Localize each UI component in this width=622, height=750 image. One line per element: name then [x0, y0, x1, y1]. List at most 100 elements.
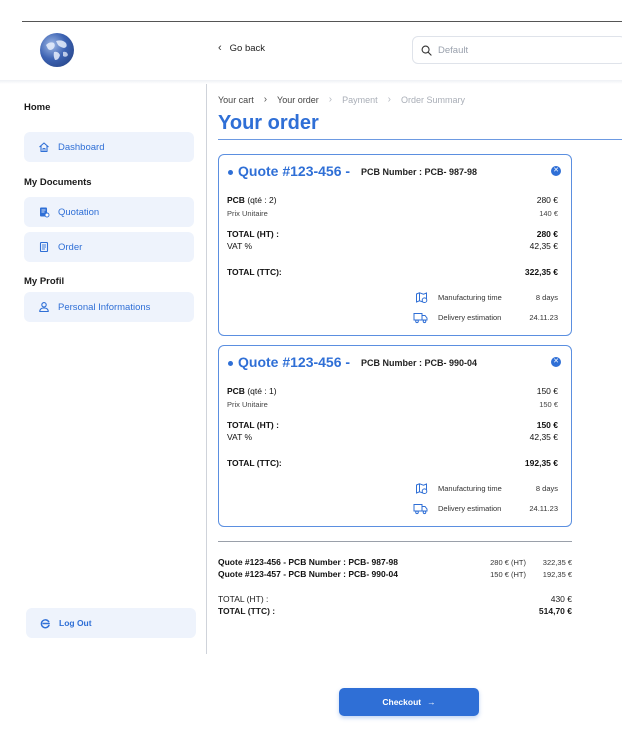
user-icon: [39, 302, 49, 313]
summary-line-ht: 150 € (HT): [490, 570, 526, 579]
summary-line-label: Quote #123-457 - PCB Number : PCB- 990-0…: [218, 569, 398, 579]
summary-total-ttc: TOTAL (TTC) : 514,70 €: [218, 606, 572, 616]
checkout-label: Checkout: [382, 697, 422, 707]
summary-total-ht-label: TOTAL (HT) :: [218, 594, 269, 604]
manufacturing-label: Manufacturing time: [438, 484, 502, 493]
unit-price-value: 150 €: [539, 400, 558, 409]
sidebar-item-dashboard[interactable]: Dashboard: [24, 132, 194, 162]
logout-button[interactable]: Log Out: [26, 608, 196, 638]
search-placeholder: Default: [438, 44, 469, 56]
quote-number: Quote #123-456 -: [238, 354, 351, 370]
sidebar-item-personal-informations[interactable]: Personal Informations: [24, 292, 194, 322]
vat-value: 42,35 €: [529, 432, 558, 442]
quote-card: Quote #123-456 - PCB Number : PCB- 987-9…: [218, 154, 572, 336]
delivery-row: Delivery estimation 24.11.23: [413, 311, 558, 324]
sidebar-section-documents: My Documents: [24, 177, 92, 188]
sidebar-divider: [206, 84, 207, 654]
total-ht-row: TOTAL (HT) : 280 €: [227, 229, 558, 239]
search-icon: [421, 45, 432, 56]
sidebar-item-label: Personal Informations: [58, 301, 151, 313]
summary-line-ht: 280 € (HT): [490, 558, 526, 567]
summary-total-ttc-value: 514,70 €: [538, 606, 572, 616]
search-input[interactable]: Default: [412, 36, 622, 64]
checkout-button[interactable]: Checkout →: [339, 688, 479, 716]
total-ttc-label: TOTAL (TTC):: [227, 458, 282, 468]
manufacturing-label: Manufacturing time: [438, 293, 502, 302]
unit-price-label: Prix Unitaire: [227, 400, 268, 409]
pcb-number: PCB Number : PCB- 987-98: [361, 167, 478, 177]
total-ttc-row: TOTAL (TTC): 192,35 €: [227, 458, 558, 468]
pcb-label: PCB: [227, 195, 245, 205]
summary-total-ht: TOTAL (HT) : 430 €: [218, 594, 572, 604]
logout-label: Log Out: [59, 618, 92, 628]
delivery-label: Delivery estimation: [438, 504, 502, 513]
close-icon[interactable]: ✕: [551, 357, 561, 367]
go-back-link[interactable]: ‹ Go back: [218, 42, 265, 54]
breadcrumb: Your cart › Your order › Payment › Order…: [218, 94, 465, 105]
unit-price-row: Prix Unitaire 150 €: [227, 400, 558, 409]
bullet-icon: [228, 170, 233, 175]
unit-price-value: 140 €: [539, 209, 558, 218]
pcb-price: 150 €: [536, 386, 558, 396]
quotation-icon: [40, 207, 50, 218]
close-icon[interactable]: ✕: [551, 166, 561, 176]
sidebar-item-order[interactable]: Order: [24, 232, 194, 262]
arrow-right-icon: →: [427, 697, 436, 707]
total-ttc-row: TOTAL (TTC): 322,35 €: [227, 267, 558, 277]
delivery-value: 24.11.23: [529, 504, 558, 513]
quote-card: Quote #123-456 - PCB Number : PCB- 990-0…: [218, 345, 572, 527]
pcb-number: PCB Number : PCB- 990-04: [361, 358, 478, 368]
summary-total-ttc-label: TOTAL (TTC) :: [218, 606, 276, 616]
breadcrumb-order[interactable]: Your order: [277, 95, 319, 105]
total-ht-value: 150 €: [536, 420, 558, 430]
summary-line-label: Quote #123-456 - PCB Number : PCB- 987-9…: [218, 557, 398, 567]
breadcrumb-payment: Payment: [342, 94, 378, 105]
logout-icon: [40, 618, 50, 628]
truck-icon: [413, 313, 428, 324]
vat-label: VAT %: [227, 432, 253, 442]
home-icon: [39, 142, 49, 153]
total-ttc-label: TOTAL (TTC):: [227, 267, 282, 277]
total-ht-value: 280 €: [536, 229, 558, 239]
unit-price-label: Prix Unitaire: [227, 209, 268, 218]
pcb-row: PCB (qté : 2) 280 €: [227, 195, 558, 205]
globe-logo: [40, 33, 74, 67]
chevron-left-icon: ‹: [218, 42, 222, 54]
total-ht-label: TOTAL (HT) :: [227, 229, 279, 239]
pcb-label: PCB: [227, 386, 245, 396]
delivery-label: Delivery estimation: [438, 313, 502, 322]
page-title: Your order: [218, 112, 319, 134]
delivery-row: Delivery estimation 24.11.23: [413, 502, 558, 515]
go-back-label: Go back: [229, 42, 266, 54]
total-ht-row: TOTAL (HT) : 150 €: [227, 420, 558, 430]
sidebar-item-label: Quotation: [58, 206, 100, 218]
total-ttc-value: 192,35 €: [524, 458, 558, 468]
map-icon: [416, 483, 428, 494]
sidebar-item-label: Order: [58, 241, 83, 253]
chevron-right-icon: ›: [387, 94, 391, 105]
truck-icon: [413, 504, 428, 515]
vat-label: VAT %: [227, 241, 253, 251]
summary-divider: [218, 541, 572, 542]
bullet-icon: [228, 361, 233, 366]
pcb-row: PCB (qté : 1) 150 €: [227, 386, 558, 396]
summary-line-ttc: 192,35 €: [542, 570, 572, 579]
summary-line-ttc: 322,35 €: [542, 558, 572, 567]
sidebar-item-quotation[interactable]: Quotation: [24, 197, 194, 227]
top-rule: [22, 21, 622, 22]
breadcrumb-cart[interactable]: Your cart: [218, 95, 254, 105]
unit-price-row: Prix Unitaire 140 €: [227, 209, 558, 218]
title-divider: [218, 139, 622, 140]
vat-value: 42,35 €: [529, 241, 558, 251]
order-icon: [39, 241, 49, 253]
vat-row: VAT % 42,35 €: [227, 241, 558, 251]
manufacturing-row: Manufacturing time 8 days: [415, 291, 558, 304]
quote-number: Quote #123-456 -: [238, 163, 351, 179]
sidebar-item-label: Dashboard: [58, 141, 105, 153]
summary-line: Quote #123-457 - PCB Number : PCB- 990-0…: [218, 569, 572, 579]
summary-line: Quote #123-456 - PCB Number : PCB- 987-9…: [218, 557, 572, 567]
total-ttc-value: 322,35 €: [524, 267, 558, 277]
summary-total-ht-value: 430 €: [550, 594, 572, 604]
header-divider: [0, 80, 622, 84]
manufacturing-value: 8 days: [535, 293, 558, 302]
